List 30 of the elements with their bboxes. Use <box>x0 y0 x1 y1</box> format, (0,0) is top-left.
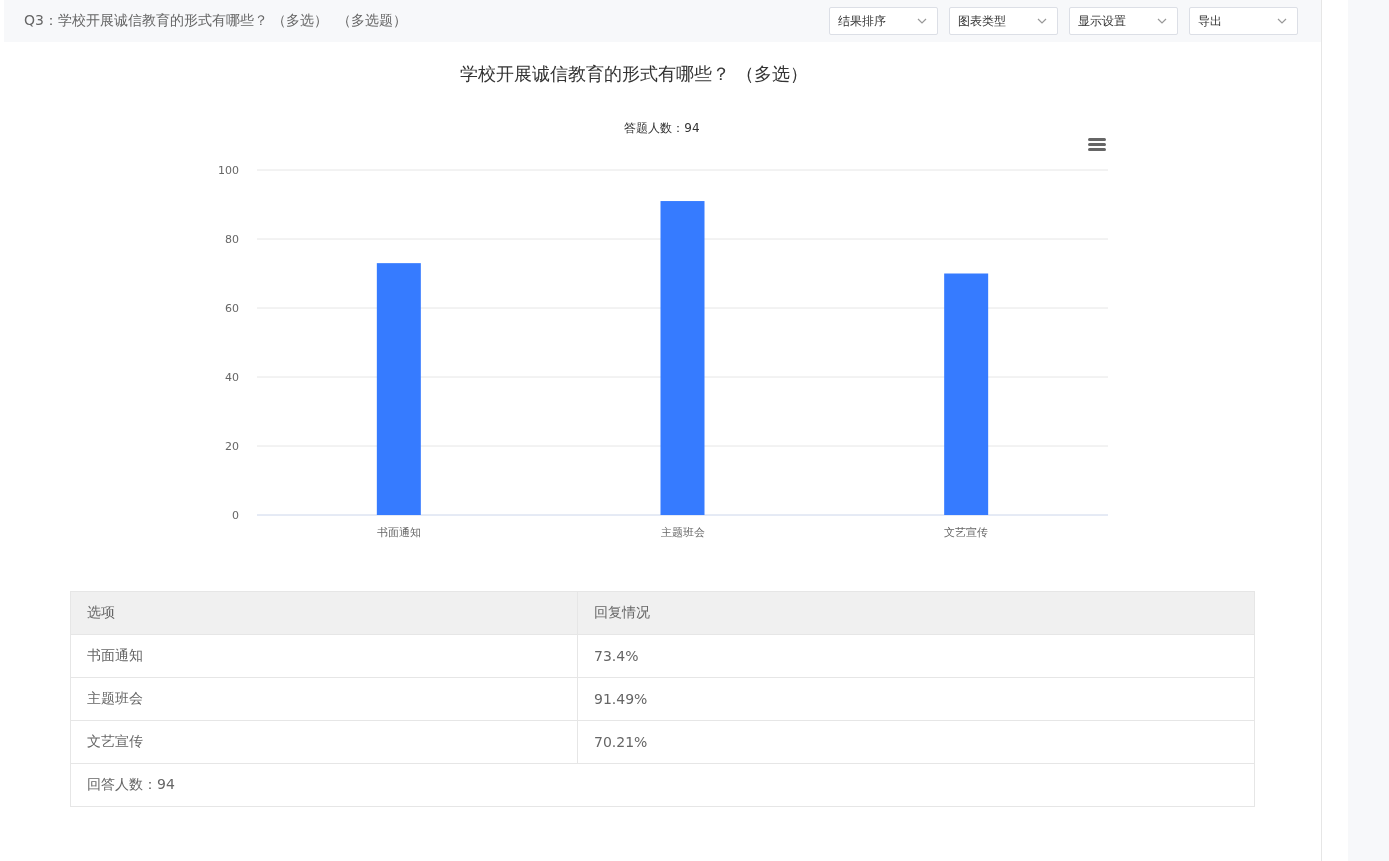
table-cell: 书面通知 <box>70 634 578 678</box>
chart-title: 学校开展诚信教育的形式有哪些？ （多选） <box>460 63 808 84</box>
axis-tick-label: 40 <box>225 371 239 384</box>
table-footer: 回答人数：94 <box>70 763 1255 807</box>
table-cell: 文艺宣传 <box>70 720 578 764</box>
chevron-icon <box>1157 18 1167 24</box>
column-header: 选项 <box>70 591 578 635</box>
question-title: Q3：学校开展诚信教育的形式有哪些？ （多选） （多选题） <box>24 12 408 30</box>
axis-tick-label: 0 <box>232 509 239 522</box>
dropdown[interactable]: 结果排序 <box>829 7 938 35</box>
axis-tick-label: 60 <box>225 302 239 315</box>
axis-tick-label: 20 <box>225 440 239 453</box>
axis-category-label: 文艺宣传 <box>944 526 989 539</box>
axis-category-label: 主题班会 <box>660 526 705 539</box>
dropdown[interactable]: 图表类型 <box>949 7 1058 35</box>
axis-tick-label: 80 <box>225 233 239 246</box>
chevron-icon <box>917 18 927 24</box>
dropdown[interactable]: 导出 <box>1189 7 1298 35</box>
axis-tick-label: 100 <box>218 164 239 177</box>
table-cell: 主题班会 <box>70 677 578 721</box>
column-header: 回复情况 <box>577 591 1255 635</box>
chart-subtitle: 答题人数：94 <box>624 121 700 135</box>
table-cell: 73.4% <box>577 634 1255 678</box>
chevron-icon <box>1037 18 1047 24</box>
dropdown[interactable]: 显示设置 <box>1069 7 1178 35</box>
axis-category-label: 书面通知 <box>376 526 421 539</box>
table-cell: 91.49% <box>577 677 1255 721</box>
table-cell: 70.21% <box>577 720 1255 764</box>
menu-icon[interactable] <box>1088 138 1106 151</box>
chevron-icon <box>1277 18 1287 24</box>
